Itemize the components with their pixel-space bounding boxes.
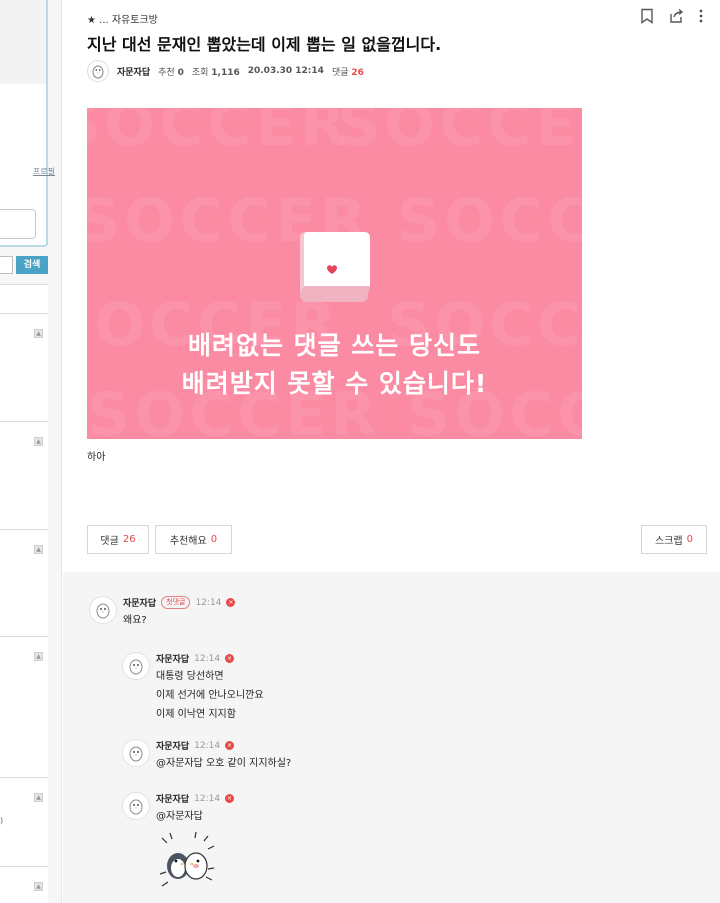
recommend-count: 0 bbox=[177, 67, 184, 78]
sidebar-section-header bbox=[0, 284, 48, 314]
delete-dot-icon[interactable]: × bbox=[225, 741, 235, 750]
recommend-button-label: 추천해요 bbox=[169, 536, 207, 547]
delete-dot-icon[interactable]: × bbox=[225, 794, 235, 803]
avatar[interactable] bbox=[122, 792, 150, 820]
sidebar-search-button[interactable]: 검색 bbox=[16, 256, 48, 274]
comment-button-count: 26 bbox=[122, 534, 136, 545]
post-banner-image: SOCCER SOCCER SOCCER SOCCER SOCCER SOCCE… bbox=[87, 108, 582, 439]
recommend-button[interactable]: 추천해요 0 bbox=[155, 525, 232, 554]
banner-bg-word: SOCCER bbox=[397, 186, 582, 256]
delete-dot-icon[interactable]: × bbox=[225, 654, 235, 663]
comment-button-label: 댓글 bbox=[100, 536, 119, 547]
comment-line: 이제 이낙연 지지함 bbox=[156, 709, 236, 720]
left-sidebar: 프로필 검색 ▲ ▲ ▲ ▲ ▲ ) ▲ bbox=[0, 0, 62, 903]
comment-author[interactable]: 자문자답 bbox=[156, 792, 189, 805]
comment-author[interactable]: 자문자답 bbox=[156, 739, 189, 752]
profile-link[interactable]: 프로필 bbox=[33, 166, 55, 177]
banner-bg-word: SOCCER bbox=[337, 108, 582, 160]
keycap-heart-icon bbox=[300, 232, 370, 302]
delete-dot-icon[interactable]: × bbox=[226, 598, 236, 607]
recommend-button-count: 0 bbox=[210, 534, 218, 545]
comment-line: 대통령 당선하면 bbox=[156, 671, 224, 682]
sidebar-text: ) bbox=[0, 816, 4, 825]
sidebar-widget: ▲ bbox=[0, 313, 48, 422]
expand-icon[interactable]: ▲ bbox=[34, 437, 43, 446]
sidebar-widget: ▲ bbox=[0, 636, 48, 778]
sidebar-search-input[interactable] bbox=[0, 256, 13, 274]
post-view: ★ ... 자유토크방 지난 대선 문재인 뽑았는데 이제 뽑는 일 없을껍니다… bbox=[63, 0, 720, 903]
reply-item: 자문자답 12:14 × @자문자답 bbox=[122, 792, 235, 894]
comment-time: 12:14 bbox=[194, 793, 221, 804]
views-stat: 조회 1,116 bbox=[192, 65, 240, 78]
comment-section: 자문자답 첫댓글 12:14 × 왜요? 자문자답 12:14 × 대통령 당선… bbox=[63, 572, 720, 903]
comment-text: 대통령 당선하면 이제 선거에 안나오니깐요 이제 이낙연 지지함 bbox=[156, 667, 264, 724]
comment-count: 26 bbox=[351, 67, 364, 78]
scrap-button-label: 스크랩 bbox=[655, 536, 683, 547]
sidebar-widget: ▲ bbox=[0, 529, 48, 637]
avatar[interactable] bbox=[122, 739, 150, 767]
comment-text: 왜요? bbox=[123, 615, 147, 626]
reply-item: 자문자답 12:14 × @자문자답 오호 같이 지지하실? bbox=[122, 739, 291, 773]
penguin-sticker bbox=[159, 831, 215, 887]
first-comment-badge: 첫댓글 bbox=[161, 596, 191, 609]
recommend-label: 추천 bbox=[158, 67, 175, 78]
views-label: 조회 bbox=[191, 67, 209, 78]
author-name[interactable]: 자문자답 bbox=[117, 65, 150, 78]
expand-icon[interactable]: ▲ bbox=[34, 882, 43, 891]
more-vertical-icon[interactable] bbox=[698, 8, 704, 24]
comment-author[interactable]: 자문자답 bbox=[156, 652, 189, 665]
comment-button[interactable]: 댓글 26 bbox=[87, 525, 149, 554]
post-date: 20.03.30 12:14 bbox=[248, 66, 324, 76]
comment-text: @자문자답 오호 같이 지지하실? bbox=[156, 758, 292, 769]
bookmark-icon[interactable] bbox=[640, 8, 654, 24]
sidebar-widget: ▲ bbox=[0, 866, 48, 903]
date-value: 20.03.30 12:14 bbox=[247, 66, 324, 76]
banner-line-1: 배려없는 댓글 쓰는 당신도 bbox=[187, 331, 482, 360]
scrap-button[interactable]: 스크랩 0 bbox=[641, 525, 707, 554]
comment-label: 댓글 bbox=[331, 67, 349, 78]
breadcrumb[interactable]: ★ ... 자유토크방 bbox=[87, 11, 158, 26]
banner-bg-word: SOCCER bbox=[87, 108, 351, 160]
share-icon[interactable] bbox=[668, 8, 684, 24]
comment-item: 자문자답 첫댓글 12:14 × 왜요? bbox=[89, 596, 236, 630]
avatar[interactable] bbox=[87, 60, 109, 82]
comment-time: 12:14 bbox=[194, 740, 221, 751]
expand-icon[interactable]: ▲ bbox=[34, 545, 43, 554]
post-title: 지난 대선 문재인 뽑았는데 이제 뽑는 일 없을껍니다. bbox=[87, 35, 442, 54]
login-button[interactable] bbox=[0, 209, 36, 239]
comment-time: 12:14 bbox=[195, 597, 222, 608]
banner-line-2: 배려받지 못할 수 있습니다! bbox=[181, 369, 488, 398]
views-count: 1,116 bbox=[211, 67, 240, 78]
comment-time: 12:14 bbox=[194, 653, 221, 664]
post-toolbar bbox=[640, 8, 704, 24]
recommend-stat: 추천 0 bbox=[158, 65, 184, 78]
comment-line: 이제 선거에 안나오니깐요 bbox=[156, 690, 264, 701]
scrap-button-count: 0 bbox=[686, 534, 693, 545]
avatar[interactable] bbox=[89, 596, 117, 624]
reply-item: 자문자답 12:14 × 대통령 당선하면 이제 선거에 안나오니깐요 이제 이… bbox=[122, 652, 264, 724]
post-meta: 자문자답 추천 0 조회 1,116 20.03.30 12:14 댓글 26 bbox=[87, 60, 364, 82]
comment-text: @자문자답 bbox=[156, 811, 203, 822]
expand-icon[interactable]: ▲ bbox=[34, 652, 43, 661]
comment-stat[interactable]: 댓글 26 bbox=[332, 65, 364, 78]
sidebar-widget: ▲ bbox=[0, 777, 48, 867]
expand-icon[interactable]: ▲ bbox=[34, 329, 43, 338]
comment-author[interactable]: 자문자답 bbox=[123, 596, 156, 609]
post-body: 하아 bbox=[87, 452, 106, 463]
login-panel-header bbox=[0, 0, 46, 84]
avatar[interactable] bbox=[122, 652, 150, 680]
sidebar-widget: ▲ bbox=[0, 421, 48, 530]
expand-icon[interactable]: ▲ bbox=[34, 793, 43, 802]
